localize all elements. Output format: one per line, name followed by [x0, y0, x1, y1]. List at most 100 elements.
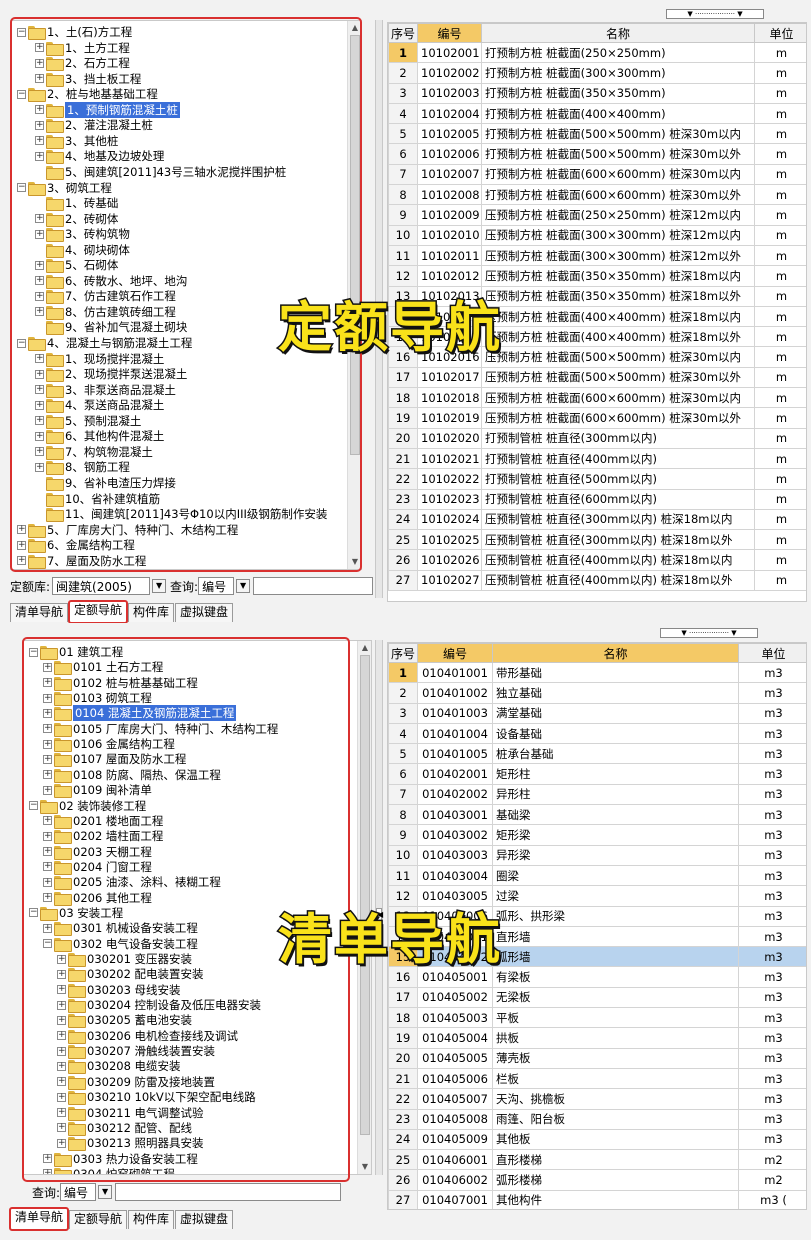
- tree-node[interactable]: 4、砌块砌体: [35, 242, 130, 258]
- tree-node[interactable]: +0107 屋面及防水工程: [43, 751, 186, 768]
- table-row[interactable]: 26 010406002 弧形楼梯 m2: [388, 1169, 806, 1191]
- column-header[interactable]: 序号: [388, 23, 418, 43]
- expand-icon[interactable]: +: [35, 354, 44, 364]
- expand-icon[interactable]: +: [35, 260, 44, 270]
- collapse-icon[interactable]: −: [17, 183, 26, 192]
- tree-node[interactable]: +0205 油漆、涂料、裱糊工程: [43, 874, 221, 891]
- query-field-select[interactable]: 编号: [198, 577, 235, 595]
- table-row[interactable]: 23 010405008 雨篷、阳台板 m3: [388, 1108, 806, 1130]
- tree-node[interactable]: +1、土方工程: [35, 40, 130, 56]
- column-header[interactable]: 单位: [754, 23, 806, 43]
- tree-node[interactable]: +2、灌注混凝土桩: [35, 117, 153, 134]
- expand-icon[interactable]: +: [17, 556, 26, 566]
- table-row[interactable]: 18 010405003 平板 m3: [388, 1007, 806, 1029]
- query-input[interactable]: [115, 1183, 342, 1201]
- table-row[interactable]: 17 10102017 压预制方桩 桩截面(500×500mm) 桩深30m以外 m: [388, 366, 806, 389]
- tree-node[interactable]: +0303 热力设备安装工程: [43, 1151, 198, 1167]
- table-row[interactable]: 24 010405009 其他板 m3: [388, 1128, 806, 1151]
- tree-node[interactable]: 9、省补加气混凝土砌块: [35, 319, 187, 336]
- tree-node[interactable]: +3、挡土板工程: [35, 71, 141, 87]
- expand-icon[interactable]: +: [35, 307, 44, 317]
- column-header[interactable]: 编号: [417, 23, 482, 43]
- tree-node[interactable]: − 03 安装工程: [29, 905, 123, 921]
- expand-icon[interactable]: +: [35, 74, 44, 84]
- tree-node[interactable]: +6、砖散水、地坪、地沟: [35, 273, 187, 289]
- expand-icon[interactable]: +: [43, 770, 52, 780]
- tree-node[interactable]: +0104 混凝土及钢筋混凝土工程: [43, 705, 237, 722]
- tree-node[interactable]: +0108 防腐、隔热、保温工程: [43, 767, 221, 783]
- expand-icon[interactable]: +: [35, 400, 44, 410]
- expand-icon[interactable]: +: [57, 1031, 66, 1041]
- table-row[interactable]: 7 10102007 打预制方桩 桩截面(600×600mm) 桩深30m以内 m: [388, 163, 806, 186]
- expand-icon[interactable]: +: [43, 862, 52, 872]
- tree-node[interactable]: +030213 照明器具安装: [57, 1135, 204, 1152]
- tree-node[interactable]: +5、厂库房大门、特种门、木结构工程: [17, 522, 238, 538]
- tree-node[interactable]: +2、现场搅拌泵送混凝土: [35, 366, 187, 383]
- tree-node[interactable]: +7、构筑物混凝土: [35, 444, 153, 460]
- table-row[interactable]: 21 10102021 打预制管桩 桩直径(400mm以内) m: [388, 447, 806, 470]
- chevron-down-icon[interactable]: ▼: [152, 579, 167, 593]
- tree-node[interactable]: +030209 防雷及接地装置: [57, 1074, 215, 1090]
- tree-node[interactable]: +0106 金属结构工程: [43, 736, 175, 753]
- query-input[interactable]: [253, 577, 374, 595]
- tree-node[interactable]: +5、石砌体: [35, 257, 118, 274]
- tree-node[interactable]: +030202 配电装置安装: [57, 966, 204, 983]
- tree-node[interactable]: +8、仿古建筑砖细工程: [35, 304, 176, 320]
- table-row[interactable]: 9 010403002 矩形梁 m3: [388, 824, 806, 846]
- table-row[interactable]: 18 10102018 压预制方桩 桩截面(600×600mm) 桩深30m以内 m: [388, 387, 806, 409]
- tree-node[interactable]: +8、钢筋工程: [35, 459, 130, 476]
- tree-node[interactable]: 11、闽建筑[2011]43号Φ10以内III级钢筋制作安装: [35, 506, 327, 523]
- tree-node[interactable]: +7、屋面及防水工程: [17, 553, 146, 569]
- table-row[interactable]: 22 10102022 打预制管桩 桩直径(500mm以内) m: [388, 468, 806, 490]
- table-row[interactable]: 9 10102009 压预制方桩 桩截面(250×250mm) 桩深12m以内 m: [388, 204, 806, 226]
- expand-icon[interactable]: +: [35, 229, 44, 239]
- table-row[interactable]: 21 010405006 栏板 m3: [388, 1067, 806, 1090]
- column-header[interactable]: 单位: [738, 643, 806, 663]
- tree-node[interactable]: +0304 炉窑砌筑工程: [43, 1166, 175, 1174]
- table-row[interactable]: 1 010401001 带形基础 m3: [388, 661, 806, 684]
- table-row[interactable]: 20 10102020 打预制管桩 桩直径(300mm以内) m: [388, 427, 806, 449]
- table-row[interactable]: 19 010405004 拱板 m3: [388, 1027, 806, 1049]
- tree-node[interactable]: +3、砖构筑物: [35, 226, 130, 243]
- table-row[interactable]: 25 10102025 压预制管桩 桩直径(300mm以内) 桩深18m以外 m: [388, 529, 806, 551]
- tree-node[interactable]: +030205 蓄电池安装: [57, 1012, 192, 1029]
- table-row[interactable]: 11 010403004 圈梁 m3: [388, 864, 806, 887]
- tree-node[interactable]: +030204 控制设备及低压电器安装: [57, 997, 261, 1014]
- tree-node[interactable]: +1、现场搅拌混凝土: [35, 351, 164, 367]
- tree-node[interactable]: +3、其他桩: [35, 133, 118, 149]
- tree-node[interactable]: +0202 墙柱面工程: [43, 828, 163, 845]
- tree-node[interactable]: +1、预制钢筋混凝土桩: [35, 101, 180, 118]
- chevron-down-icon[interactable]: ▼: [98, 1185, 113, 1199]
- expand-icon[interactable]: +: [35, 214, 44, 224]
- query-field-select[interactable]: 编号: [60, 1183, 97, 1201]
- table-row[interactable]: 25 010406001 直形楼梯 m2: [388, 1149, 806, 1171]
- expand-icon[interactable]: +: [57, 1092, 66, 1102]
- expand-icon[interactable]: +: [57, 1061, 66, 1071]
- column-header[interactable]: 编号: [417, 643, 493, 663]
- expand-icon[interactable]: +: [35, 369, 44, 379]
- tree-node[interactable]: − 3、砌筑工程: [17, 180, 112, 196]
- tab-virtual-keyboard[interactable]: 虚拟键盘: [175, 603, 234, 622]
- chevron-down-icon[interactable]: ▼: [236, 579, 251, 593]
- expand-icon[interactable]: +: [35, 136, 44, 146]
- tree-node[interactable]: +030203 母线安装: [57, 982, 181, 998]
- expand-icon[interactable]: +: [43, 724, 52, 734]
- scroll-up-icon[interactable]: ▲: [360, 643, 370, 653]
- table-row[interactable]: 1 10102001 打预制方桩 桩截面(250×250mm) m: [388, 41, 806, 64]
- expand-icon[interactable]: +: [43, 678, 52, 688]
- expand-icon[interactable]: +: [35, 58, 44, 68]
- column-selector-dropdown[interactable]: ▼ ·················· ▼: [666, 9, 764, 19]
- collapse-icon[interactable]: −: [29, 908, 38, 918]
- tree-node[interactable]: +030208 电缆安装: [57, 1058, 181, 1075]
- expand-icon[interactable]: +: [57, 1077, 66, 1087]
- expand-icon[interactable]: +: [57, 985, 66, 995]
- table-row[interactable]: 27 010407001 其他构件 m3 (: [388, 1189, 806, 1209]
- expand-icon[interactable]: +: [57, 1123, 66, 1133]
- table-row[interactable]: 24 10102024 压预制管桩 桩直径(300mm以内) 桩深18m以内 m: [388, 508, 806, 531]
- tree-node[interactable]: − 2、桩与地基基础工程: [17, 86, 158, 103]
- table-row[interactable]: 8 010403001 基础梁 m3: [388, 804, 806, 826]
- column-header[interactable]: 名称: [492, 643, 739, 663]
- tree-node[interactable]: +3、非泵送商品混凝土: [35, 382, 176, 398]
- expand-icon[interactable]: +: [43, 754, 52, 764]
- expand-icon[interactable]: +: [43, 1169, 52, 1174]
